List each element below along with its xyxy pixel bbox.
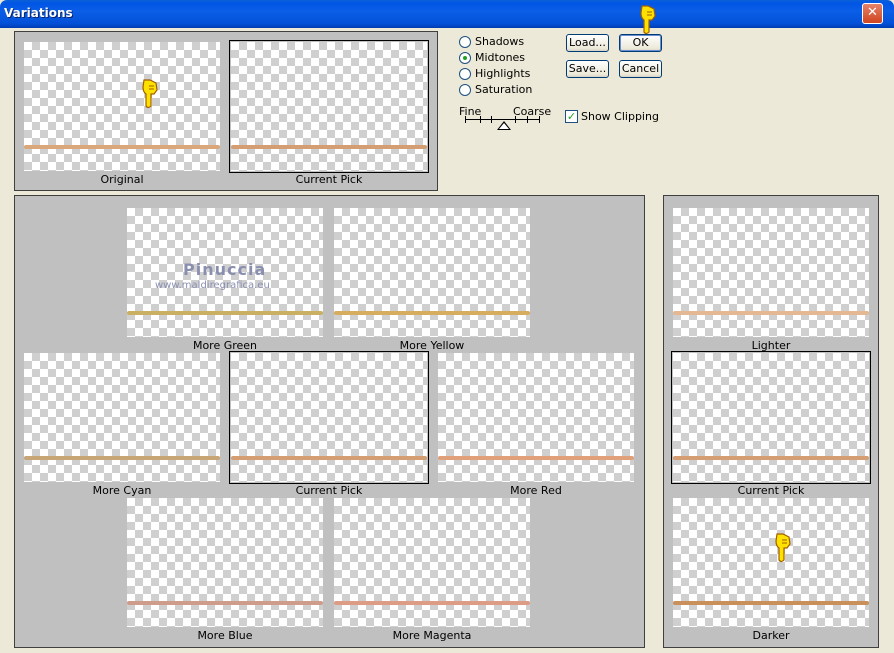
slider-tick (480, 116, 481, 123)
more-red-thumbnail[interactable] (438, 353, 634, 482)
radio-shadows[interactable]: Shadows (459, 34, 524, 49)
pointing-hand-icon (142, 79, 158, 109)
radio-circle[interactable] (459, 35, 471, 48)
slider-tick (527, 116, 528, 123)
save-button[interactable]: Save... (566, 60, 609, 78)
title-bar: Variations ✕ (0, 0, 894, 28)
pointing-hand-icon (775, 533, 791, 563)
more-green-caption: More Green (192, 339, 258, 352)
current-pick-strip (231, 145, 427, 149)
more-yellow-caption: More Yellow (399, 339, 465, 352)
slider-tick (465, 116, 466, 123)
ok-button[interactable]: OK (619, 34, 662, 52)
more-yellow-thumbnail[interactable] (334, 208, 530, 337)
radio-circle[interactable] (459, 51, 471, 64)
watermark-name: Pinuccia (183, 260, 267, 279)
pointing-hand-icon (640, 5, 656, 35)
checkmark-icon: ✓ (566, 110, 577, 123)
radio-saturation[interactable]: Saturation (459, 82, 532, 97)
more-magenta-thumbnail[interactable] (334, 498, 530, 627)
more-magenta-caption: More Magenta (392, 629, 472, 642)
more-blue-strip (127, 601, 323, 605)
close-icon: ✕ (867, 5, 878, 20)
slider-tick (491, 116, 492, 123)
current-pick-caption: Current Pick (295, 173, 363, 186)
more-yellow-strip (334, 311, 530, 315)
original-preview-panel: Original Current Pick (14, 31, 438, 191)
lightness-current-pick-thumbnail[interactable] (671, 351, 871, 484)
more-cyan-strip (24, 456, 220, 460)
darker-strip (673, 601, 869, 605)
more-cyan-thumbnail[interactable] (24, 353, 220, 482)
cancel-button[interactable]: Cancel (619, 60, 662, 78)
slider-tick (515, 116, 516, 123)
radio-label: Shadows (475, 35, 525, 48)
slider-thumb[interactable] (497, 121, 511, 130)
more-red-caption: More Red (510, 484, 562, 497)
darker-caption: Darker (752, 629, 790, 642)
load-button[interactable]: Load... (566, 34, 609, 52)
coarse-label: Coarse (513, 105, 552, 118)
more-red-strip (438, 456, 634, 460)
window-title: Variations (4, 6, 73, 20)
lightness-panel: Lighter Current Pick Darker (663, 195, 879, 648)
show-clipping-label: Show Clipping (581, 110, 659, 123)
lightness-current-pick-strip (673, 456, 869, 460)
color-variations-panel: Pinuccia www.maldiregrafica.eu More Gree… (14, 195, 645, 648)
grid-current-pick-thumbnail[interactable] (229, 351, 429, 484)
grid-current-pick-caption: Current Pick (295, 484, 363, 497)
watermark-url: www.maldiregrafica.eu (155, 280, 270, 291)
grid-current-pick-strip (231, 456, 427, 460)
lightness-current-pick-caption: Current Pick (737, 484, 805, 497)
fine-label: Fine (459, 105, 482, 118)
radio-label: Highlights (475, 67, 531, 80)
fine-coarse-labels: Fine Coarse (459, 105, 552, 119)
radio-highlights[interactable]: Highlights (459, 66, 530, 81)
radio-label: Midtones (475, 51, 526, 64)
more-blue-thumbnail[interactable] (127, 498, 323, 627)
original-thumbnail (24, 42, 220, 171)
more-blue-caption: More Blue (197, 629, 253, 642)
darker-thumbnail[interactable] (673, 498, 869, 627)
lighter-caption: Lighter (751, 339, 791, 352)
radio-circle[interactable] (459, 67, 471, 80)
radio-label: Saturation (475, 83, 533, 96)
lighter-thumbnail[interactable] (673, 208, 869, 337)
close-button[interactable]: ✕ (862, 3, 883, 24)
radio-circle[interactable] (459, 83, 471, 96)
fine-coarse-slider-track[interactable] (465, 119, 540, 120)
radio-midtones[interactable]: Midtones (459, 50, 525, 65)
more-cyan-caption: More Cyan (92, 484, 152, 497)
more-green-thumbnail[interactable]: Pinuccia www.maldiregrafica.eu (127, 208, 323, 337)
original-caption: Original (100, 173, 144, 186)
original-strip (24, 145, 220, 149)
more-magenta-strip (334, 601, 530, 605)
lighter-strip (673, 311, 869, 315)
slider-tick (539, 116, 540, 123)
current-pick-thumbnail[interactable] (229, 40, 429, 173)
show-clipping-checkbox[interactable]: ✓ (565, 110, 578, 123)
more-green-strip (127, 311, 323, 315)
